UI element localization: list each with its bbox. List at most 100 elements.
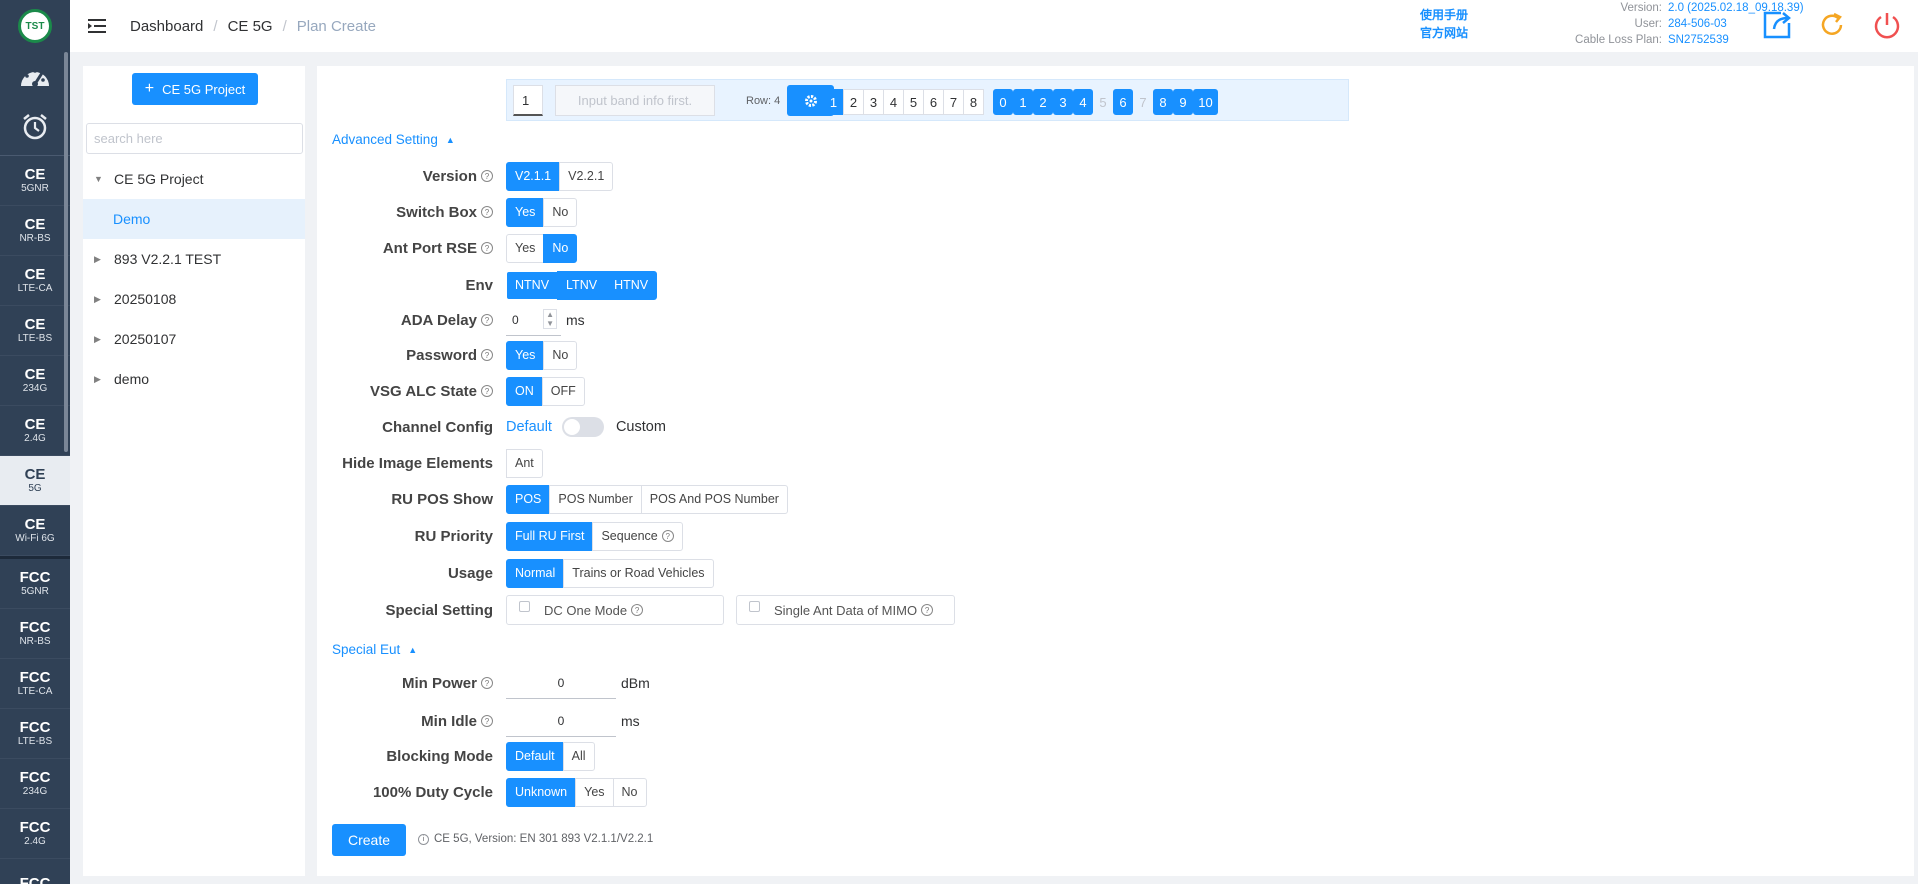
page-button[interactable]: 7 bbox=[943, 89, 964, 115]
page-button[interactable]: 8 bbox=[963, 89, 984, 115]
ru-priority-full-button[interactable]: Full RU First bbox=[506, 521, 594, 551]
nav-item-ce-5gnr[interactable]: CE 5GNR bbox=[0, 156, 70, 206]
port-button[interactable]: 10 bbox=[1193, 89, 1218, 115]
nav-item-fcc-2-4g[interactable]: FCC 2.4G bbox=[0, 809, 70, 859]
port-button[interactable]: 5 bbox=[1093, 89, 1113, 115]
port-button[interactable]: 8 bbox=[1153, 89, 1173, 115]
nav-item-fcc-5gnr[interactable]: FCC 5GNR bbox=[0, 559, 70, 609]
help-icon[interactable]: ? bbox=[481, 677, 493, 689]
help-icon[interactable]: ? bbox=[481, 349, 493, 361]
alarm-clock-icon[interactable] bbox=[0, 102, 70, 152]
caret-right-icon[interactable]: ▶ bbox=[94, 294, 108, 305]
caret-right-icon[interactable]: ▶ bbox=[94, 374, 108, 385]
channel-config-toggle[interactable] bbox=[561, 417, 604, 437]
help-icon[interactable]: ? bbox=[481, 206, 493, 218]
ant-port-no-button[interactable]: No bbox=[543, 233, 578, 263]
password-no-button[interactable]: No bbox=[543, 340, 578, 370]
help-icon[interactable]: ? bbox=[481, 170, 493, 182]
advanced-setting-toggle[interactable]: Advanced Setting ▲ bbox=[332, 132, 455, 147]
min-idle-input[interactable]: 0 bbox=[506, 706, 616, 737]
help-icon[interactable]: ? bbox=[481, 242, 493, 254]
env-ltnv-button[interactable]: LTNV bbox=[557, 270, 607, 300]
page-button[interactable]: 2 bbox=[843, 89, 864, 115]
duty-yes-button[interactable]: Yes bbox=[575, 777, 614, 807]
page-button[interactable]: 4 bbox=[883, 89, 904, 115]
ru-pos-number-button[interactable]: POS Number bbox=[549, 484, 642, 514]
min-power-input[interactable]: 0 bbox=[506, 668, 616, 699]
help-icon[interactable]: ? bbox=[481, 385, 493, 397]
password-yes-button[interactable]: Yes bbox=[506, 340, 545, 370]
ant-port-yes-button[interactable]: Yes bbox=[506, 233, 545, 263]
port-button[interactable]: 1 bbox=[1013, 89, 1033, 115]
ru-pos-both-button[interactable]: POS And POS Number bbox=[640, 484, 788, 514]
tree-node[interactable]: ▶ 20250108 bbox=[83, 279, 305, 319]
checkbox-box[interactable] bbox=[519, 600, 530, 612]
manual-link[interactable]: 使用手册 bbox=[1420, 6, 1468, 24]
nav-item-ce-lte-bs[interactable]: CE LTE-BS bbox=[0, 306, 70, 356]
help-icon[interactable]: ? bbox=[481, 715, 493, 727]
hamburger-menu-icon[interactable] bbox=[88, 16, 108, 36]
nav-item-ce-wi-fi-6g[interactable]: CE Wi-Fi 6G bbox=[0, 506, 70, 556]
dc-one-mode-checkbox[interactable]: DC One Mode? bbox=[506, 595, 724, 625]
checkbox-box[interactable] bbox=[749, 600, 760, 612]
usage-normal-button[interactable]: Normal bbox=[506, 558, 565, 588]
caret-down-icon[interactable]: ▼ bbox=[94, 174, 108, 184]
power-icon[interactable] bbox=[1868, 6, 1906, 44]
nav-scrollbar[interactable] bbox=[64, 52, 68, 452]
nav-item-ce-234g[interactable]: CE 234G bbox=[0, 356, 70, 406]
nav-item-ce-2-4g[interactable]: CE 2.4G bbox=[0, 406, 70, 456]
special-eut-toggle[interactable]: Special Eut ▲ bbox=[332, 642, 417, 657]
version-v221-button[interactable]: V2.2.1 bbox=[559, 161, 614, 191]
breadcrumb-ce5g[interactable]: CE 5G bbox=[228, 18, 273, 35]
env-ntnv-button[interactable]: NTNV bbox=[506, 270, 559, 300]
band-index-input[interactable]: 1 bbox=[513, 85, 543, 116]
vsg-alc-off-button[interactable]: OFF bbox=[541, 376, 585, 406]
tree-search-input[interactable] bbox=[86, 123, 303, 154]
tree-node[interactable]: ▶ demo bbox=[83, 359, 305, 399]
version-v211-button[interactable]: V2.1.1 bbox=[506, 161, 561, 191]
dashboard-icon[interactable] bbox=[0, 52, 70, 102]
ada-delay-input[interactable]: 0 ▲ ▼ bbox=[506, 305, 561, 336]
ru-pos-pos-button[interactable]: POS bbox=[506, 484, 551, 514]
tree-node-demo-selected[interactable]: Demo bbox=[83, 199, 305, 239]
vsg-alc-on-button[interactable]: ON bbox=[506, 376, 543, 406]
nav-item-ce-nr-bs[interactable]: CE NR-BS bbox=[0, 206, 70, 256]
add-project-button[interactable]: + CE 5G Project bbox=[132, 73, 258, 105]
nav-item-ce-5g[interactable]: CE 5G bbox=[0, 456, 70, 506]
nav-item-fcc-lte-bs[interactable]: FCC LTE-BS bbox=[0, 709, 70, 759]
port-button[interactable]: 2 bbox=[1033, 89, 1053, 115]
refresh-icon[interactable] bbox=[1813, 6, 1851, 44]
switch-box-yes-button[interactable]: Yes bbox=[506, 197, 545, 227]
port-button[interactable]: 3 bbox=[1053, 89, 1073, 115]
tree-node[interactable]: ▶ 893 V2.2.1 TEST bbox=[83, 239, 305, 279]
duty-no-button[interactable]: No bbox=[612, 777, 647, 807]
band-info-input[interactable]: Input band info first. bbox=[555, 85, 715, 116]
official-site-link[interactable]: 官方网站 bbox=[1420, 24, 1468, 42]
single-ant-mimo-checkbox[interactable]: Single Ant Data of MIMO? bbox=[736, 595, 955, 625]
caret-right-icon[interactable]: ▶ bbox=[94, 334, 108, 345]
page-button[interactable]: 6 bbox=[923, 89, 944, 115]
channel-default-label[interactable]: Default bbox=[506, 419, 552, 435]
nav-item-fcc-lte-ca[interactable]: FCC LTE-CA bbox=[0, 659, 70, 709]
port-button[interactable]: 0 bbox=[993, 89, 1013, 115]
help-icon[interactable]: ? bbox=[921, 604, 934, 616]
help-icon[interactable]: ? bbox=[481, 314, 493, 326]
tree-node[interactable]: ▶ 20250107 bbox=[83, 319, 305, 359]
caret-right-icon[interactable]: ▶ bbox=[94, 254, 108, 265]
logo[interactable]: TST bbox=[0, 0, 70, 52]
page-button[interactable]: 3 bbox=[863, 89, 884, 115]
port-button[interactable]: 6 bbox=[1113, 89, 1133, 115]
nav-item-ce-lte-ca[interactable]: CE LTE-CA bbox=[0, 256, 70, 306]
stepper-icon[interactable]: ▲ ▼ bbox=[543, 308, 557, 329]
port-button[interactable]: 7 bbox=[1133, 89, 1153, 115]
switch-box-no-button[interactable]: No bbox=[543, 197, 578, 227]
port-button[interactable]: 9 bbox=[1173, 89, 1193, 115]
export-icon[interactable] bbox=[1758, 6, 1796, 44]
tree-node-root[interactable]: ▼ CE 5G Project bbox=[83, 159, 305, 199]
hide-image-ant-button[interactable]: Ant bbox=[506, 448, 543, 478]
nav-item-fcc-234g[interactable]: FCC 234G bbox=[0, 759, 70, 809]
help-icon[interactable]: ? bbox=[631, 604, 644, 616]
cable-loss-value[interactable]: SN2752539 bbox=[1668, 33, 1729, 48]
blocking-all-button[interactable]: All bbox=[562, 741, 595, 771]
nav-item-fcc-nr-bs[interactable]: FCC NR-BS bbox=[0, 609, 70, 659]
